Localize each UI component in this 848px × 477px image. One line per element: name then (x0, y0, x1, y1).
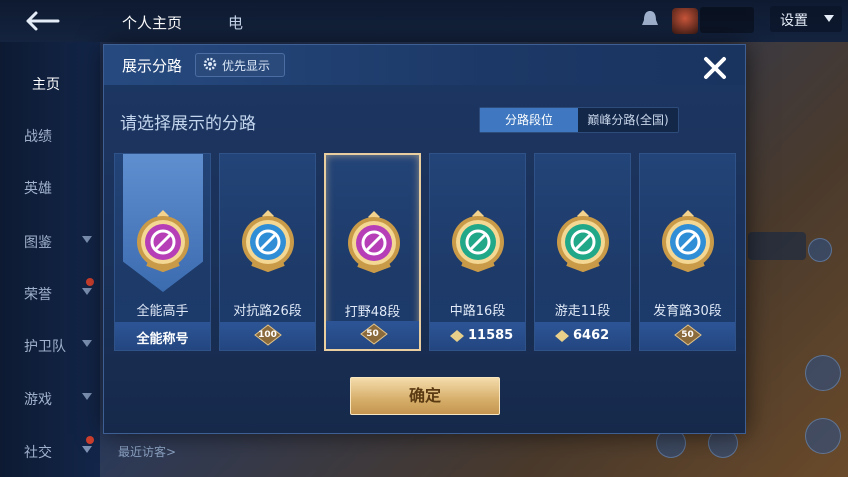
lane-rank-label: 全能高手 (136, 304, 189, 319)
sidebar-item-4[interactable]: 荣誉 (0, 278, 100, 308)
lane-card-footer: 100 (220, 322, 315, 350)
sidebar-item-label: 主页 (32, 77, 60, 93)
right-action-icon-2[interactable] (805, 418, 841, 454)
star-badge-value: 50 (681, 330, 694, 340)
sidebar-item-5[interactable]: 护卫队 (0, 330, 100, 360)
top-bar: 个人主页 电 设置 (0, 0, 848, 42)
chevron-down-icon (82, 393, 92, 400)
star-badge-value: 50 (366, 329, 379, 339)
sidebar-item-1[interactable]: 战绩 (0, 120, 100, 150)
lane-rank-label: 游走11段 (554, 304, 611, 319)
chevron-down-icon (82, 446, 92, 453)
lane-rank-label: 打野48段 (344, 305, 401, 320)
peak-points-value: 11585 (468, 328, 514, 343)
lane-card[interactable]: 对抗路26段 100 (219, 153, 316, 351)
lane-cards: 全能高手 全能称号 对抗路26段 100 打野48段 50 中路16段 11585 游走11段 6… (114, 153, 736, 353)
lane-emblem-icon (557, 210, 609, 272)
right-side-panel (748, 232, 806, 260)
chevron-down-icon (82, 288, 92, 295)
lane-card-footer: 50 (640, 322, 735, 350)
toggle-option-peak-lane[interactable]: 巅峰分路(全国) (578, 108, 678, 132)
side-nav: 主页战绩英雄图鉴荣誉护卫队游戏社交 (0, 42, 100, 477)
sidebar-item-7[interactable]: 社交 (0, 436, 100, 466)
lane-card-footer: 6462 (535, 322, 630, 350)
lane-card-footer: 全能称号 (115, 322, 210, 350)
lane-emblem-icon (348, 211, 400, 273)
priority-display-button[interactable]: 优先显示 (195, 53, 285, 77)
lane-rank-label: 中路16段 (449, 304, 506, 319)
settings-label: 设置 (780, 13, 808, 29)
lane-title-label: 全能称号 (136, 332, 189, 347)
lane-display-modal: 展示分路 优先显示 请选择展示的分路 分路段位 巅峰分路(全国) 全能高手全能称… (103, 44, 746, 434)
lane-card[interactable]: 游走11段 6462 (534, 153, 631, 351)
back-arrow-icon[interactable] (20, 8, 64, 34)
notification-dot (86, 436, 94, 444)
sidebar-item-0[interactable]: 主页 (0, 68, 100, 98)
settings-button[interactable]: 设置 (770, 6, 842, 32)
tab-profile[interactable]: 个人主页 (122, 12, 182, 33)
lane-emblem-icon (137, 210, 189, 272)
sidebar-item-label: 战绩 (24, 129, 52, 145)
lane-emblem-icon (452, 210, 504, 272)
modal-header: 展示分路 优先显示 (104, 45, 745, 85)
recent-visitors-label[interactable]: 最近访客> (118, 443, 176, 460)
lane-card[interactable]: 全能高手 全能称号 (114, 153, 211, 351)
currency-box (700, 7, 754, 33)
sidebar-item-6[interactable]: 游戏 (0, 383, 100, 413)
star-badge-value: 100 (258, 330, 277, 340)
lane-mode-toggle: 分路段位 巅峰分路(全国) (479, 107, 679, 133)
lane-card[interactable]: 打野48段 50 (324, 153, 421, 351)
lane-card-footer: 11585 (430, 322, 525, 350)
notification-dot (86, 278, 94, 286)
peak-points-value: 6462 (573, 328, 610, 343)
sidebar-item-label: 荣誉 (24, 287, 52, 303)
peak-points-icon (450, 330, 464, 342)
modal-title: 展示分路 (122, 57, 183, 75)
sidebar-item-3[interactable]: 图鉴 (0, 226, 100, 256)
avatar[interactable] (672, 8, 698, 34)
chevron-down-icon (82, 236, 92, 243)
modal-subtitle: 请选择展示的分路 (120, 114, 256, 134)
close-icon[interactable] (698, 51, 732, 85)
lane-card-footer: 50 (326, 321, 419, 349)
chevron-down-icon (824, 15, 834, 22)
lane-card[interactable]: 中路16段 11585 (429, 153, 526, 351)
confirm-button[interactable]: 确定 (350, 377, 500, 415)
sidebar-item-2[interactable]: 英雄 (0, 172, 100, 202)
sidebar-item-label: 游戏 (24, 392, 52, 408)
lane-rank-label: 发育路30段 (653, 304, 722, 319)
gear-icon[interactable] (808, 238, 832, 262)
peak-points-icon (555, 330, 569, 342)
tab-second[interactable]: 电 (228, 12, 243, 33)
right-action-icon[interactable] (805, 355, 841, 391)
lane-rank-label: 对抗路26段 (233, 304, 302, 319)
chevron-down-icon (82, 340, 92, 347)
lane-emblem-icon (242, 210, 294, 272)
sidebar-item-label: 社交 (24, 445, 52, 461)
gear-icon (203, 57, 217, 71)
sidebar-item-label: 图鉴 (24, 235, 52, 251)
priority-display-label: 优先显示 (222, 59, 271, 73)
lane-card[interactable]: 发育路30段 50 (639, 153, 736, 351)
lane-emblem-icon (662, 210, 714, 272)
bell-icon[interactable] (638, 8, 662, 32)
sidebar-item-label: 英雄 (24, 181, 52, 197)
toggle-option-lane-rank[interactable]: 分路段位 (480, 108, 578, 132)
sidebar-item-label: 护卫队 (24, 339, 66, 355)
